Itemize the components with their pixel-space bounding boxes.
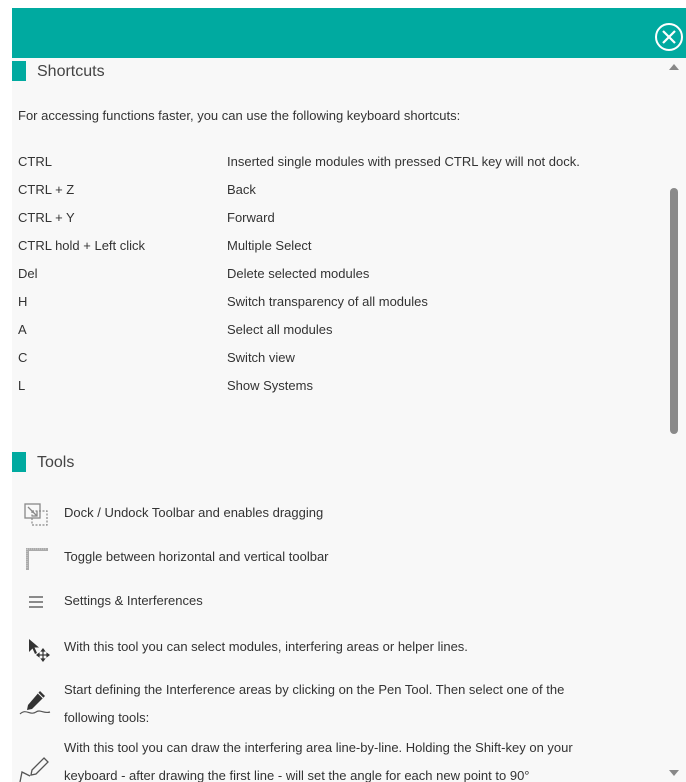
tool-item-line-pen: With this tool you can draw the interfer…: [19, 734, 662, 782]
shortcut-key: CTRL hold + Left click: [18, 238, 146, 253]
section-accent-bar: [12, 61, 26, 81]
shortcut-desc: Multiple Select: [227, 238, 312, 253]
shortcut-desc: Switch view: [227, 350, 295, 365]
shortcut-desc: Show Systems: [227, 378, 313, 393]
shortcut-key: CTRL + Y: [18, 210, 75, 225]
dialog-header: [12, 8, 686, 58]
shortcut-key: L: [18, 378, 26, 393]
tool-item-select: With this tool you can select modules, i…: [22, 634, 662, 662]
line-by-line-pen-icon: [19, 757, 49, 782]
shortcut-key: H: [18, 294, 28, 309]
shortcut-desc: Inserted single modules with pressed CTR…: [227, 154, 580, 169]
shortcut-key: CTRL + Z: [18, 182, 75, 197]
shortcut-desc: Switch transparency of all modules: [227, 294, 428, 309]
tools-title: Tools: [37, 454, 75, 471]
dock-toolbar-icon: [24, 503, 48, 526]
toggle-orientation-icon: [26, 548, 48, 570]
shortcut-key: Del: [18, 266, 38, 281]
section-accent-bar: [12, 452, 26, 472]
tool-item-settings: Settings & Interferences: [22, 588, 662, 616]
shortcuts-title: Shortcuts: [37, 63, 105, 80]
shortcut-desc: Delete selected modules: [227, 266, 370, 281]
tool-desc-line: Start defining the Interference areas by…: [64, 682, 565, 697]
tool-desc-line: With this tool you can draw the interfer…: [64, 740, 573, 755]
hamburger-menu-icon: [29, 596, 43, 608]
tool-item-pen: Start defining the Interference areas by…: [19, 676, 662, 732]
tool-desc-line: keyboard - after drawing the first line …: [64, 768, 530, 782]
select-move-cursor-icon: [29, 639, 50, 662]
shortcut-desc: Select all modules: [227, 322, 333, 337]
tool-desc: Dock / Undock Toolbar and enables draggi…: [64, 505, 324, 520]
close-icon[interactable]: [654, 22, 684, 52]
shortcut-key: CTRL: [18, 154, 52, 169]
shortcut-key: A: [18, 322, 27, 337]
shortcuts-intro: For accessing functions faster, you can …: [18, 108, 461, 123]
tool-item-dock: Dock / Undock Toolbar and enables draggi…: [22, 500, 662, 528]
shortcut-key: C: [18, 350, 28, 365]
shortcut-desc: Back: [227, 182, 256, 197]
tool-desc: Toggle between horizontal and vertical t…: [64, 549, 329, 564]
tool-desc-line: following tools:: [64, 710, 150, 725]
tool-desc: Settings & Interferences: [64, 593, 203, 608]
tool-desc: With this tool you can select modules, i…: [64, 639, 468, 654]
pen-tool-icon: [19, 691, 51, 715]
tool-item-toggle: Toggle between horizontal and vertical t…: [22, 544, 662, 572]
scroll-down-arrow-icon[interactable]: [669, 770, 679, 776]
help-content-panel: Shortcuts For accessing functions faster…: [12, 58, 668, 782]
scrollbar-thumb[interactable]: [670, 188, 678, 434]
scroll-up-arrow-icon[interactable]: [669, 64, 679, 70]
shortcut-desc: Forward: [227, 210, 275, 225]
